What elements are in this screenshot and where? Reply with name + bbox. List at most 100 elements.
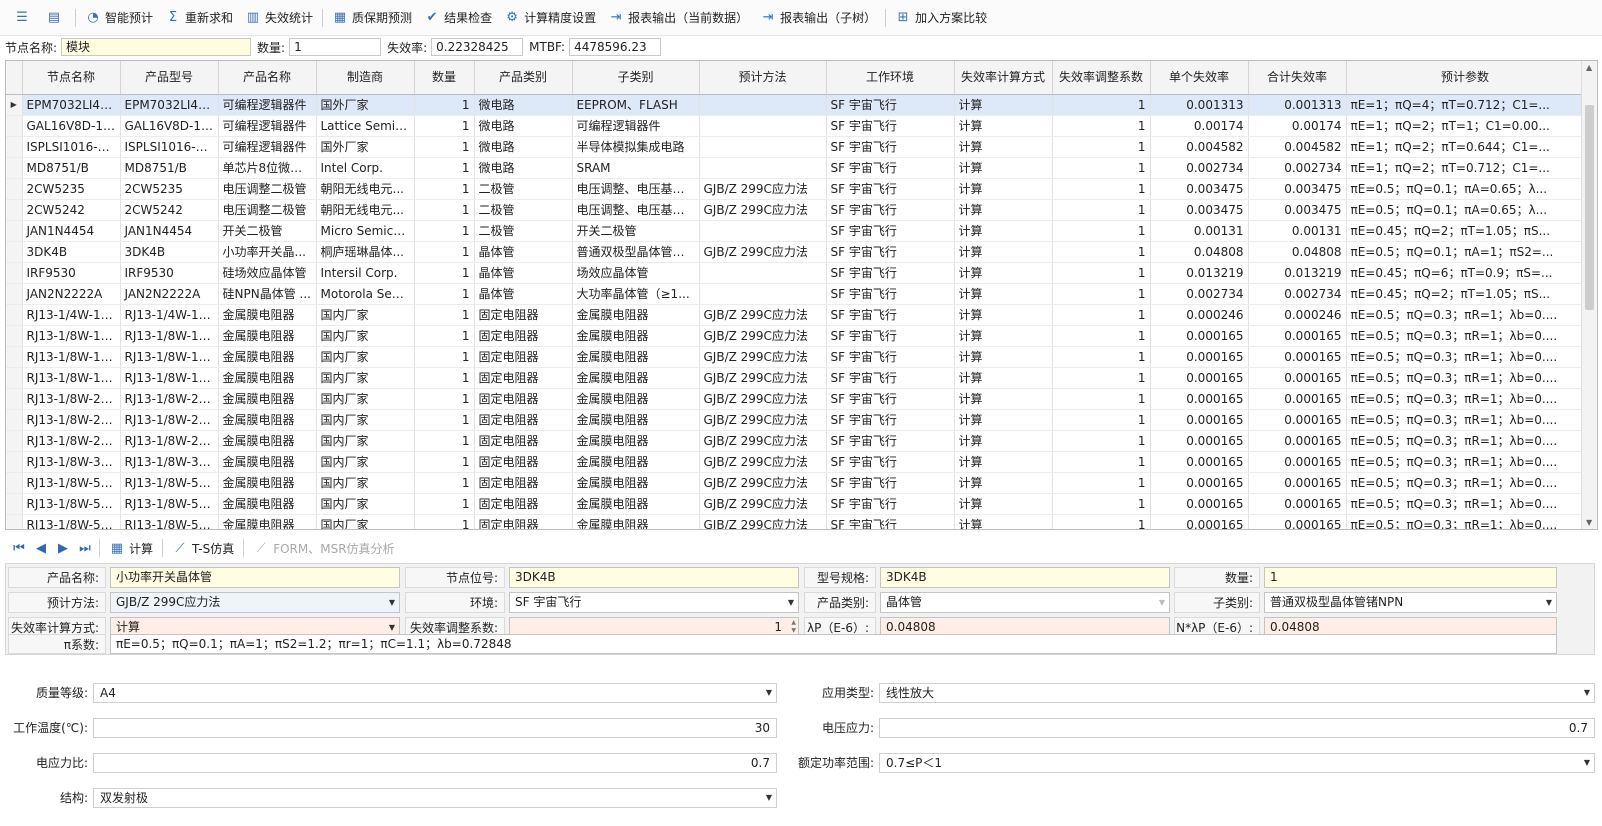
form-msr-button[interactable]: ⟋ FORM、MSR仿真分析 [247,540,400,557]
table-cell[interactable]: 1 [1052,430,1151,452]
table-cell[interactable]: 1 [414,451,475,473]
table-cell[interactable]: 金属膜电阻器 [218,346,317,368]
table-row[interactable]: GAL16V8D-15... GAL16V8D-15... 可编程逻辑器件 Latti… [6,115,1585,137]
table-cell[interactable]: JAN1N4454 [120,220,219,242]
table-cell[interactable]: RJ13-1/8W-20... [22,388,121,410]
table-row[interactable]: RJ13-1/8W-20... RJ13-1/8W-20... 金属膜电阻器 国内厂家… [6,388,1585,410]
table-cell[interactable]: 晶体管 [474,262,573,284]
table-cell[interactable]: 金属膜电阻器 [572,472,700,494]
table-cell[interactable]: 0.000165 [1150,388,1249,410]
table-cell[interactable]: 1 [414,115,475,137]
table-cell[interactable]: ISPLSI1016-6... [120,136,219,158]
table-cell[interactable]: 固定电阻器 [474,388,573,410]
table-cell[interactable]: SF 宇宙飞行 [826,241,955,263]
table-cell[interactable]: 金属膜电阻器 [572,304,700,326]
table-cell[interactable]: 1 [1052,346,1151,368]
table-cell[interactable]: GJB/Z 299C应力法 [699,178,827,200]
table-cell[interactable]: GJB/Z 299C应力法 [699,325,827,347]
table-cell[interactable]: 固定电阻器 [474,367,573,389]
table-cell[interactable]: EEPROM、FLASH [572,94,700,116]
report-subtree-button[interactable]: ⇥ 报表输出（子树） [754,6,882,30]
table-cell[interactable]: 1 [414,388,475,410]
table-cell[interactable]: GJB/Z 299C应力法 [699,430,827,452]
table-cell[interactable]: 国内厂家 [316,304,415,326]
table-cell[interactable]: 电压调整、电压基准... [572,178,700,200]
table-cell[interactable]: 1 [1052,115,1151,137]
result-check-button[interactable]: ✔ 结果检查 [418,6,498,30]
table-cell[interactable]: 固定电阻器 [474,325,573,347]
table-cell[interactable]: 0.001313 [1150,94,1249,116]
table-cell[interactable]: 0.00174 [1248,115,1347,137]
table-cell[interactable]: 国内厂家 [316,430,415,452]
table-cell[interactable]: 0.000165 [1150,451,1249,473]
table-cell[interactable]: 可编程逻辑器件 [218,136,317,158]
table-cell[interactable]: 国外厂家 [316,94,415,116]
pi-field[interactable]: πE=0.5；πQ=0.1；πA=1；πS2=1.2；πr=1；πC=1.1；λ… [110,634,1557,654]
table-cell[interactable]: SF 宇宙飞行 [826,220,955,242]
table-cell[interactable]: 0.000165 [1150,409,1249,431]
table-cell[interactable]: 3DK4B [22,241,121,263]
table-cell[interactable]: πE=0.5；πQ=0.1；πA=0.65；λ... [1346,178,1585,200]
table-cell[interactable]: πE=0.45；πQ=6；πT=0.9；πS=... [1346,262,1585,284]
table-cell[interactable]: 国内厂家 [316,451,415,473]
table-cell[interactable]: 计算 [954,262,1053,284]
table-cell[interactable]: 微电路 [474,157,573,179]
table-cell[interactable]: 计算 [954,94,1053,116]
table-cell[interactable]: RJ13-1/8W-24... [22,409,121,431]
table-cell[interactable]: 1 [414,367,475,389]
table-cell[interactable]: 2CW5235 [120,178,219,200]
table-cell[interactable]: 可编程逻辑器件 [572,115,700,137]
table-cell[interactable]: 大功率晶体管（≥1... [572,283,700,305]
spin-icon[interactable]: ▲ ▼ [791,619,796,635]
table-cell[interactable]: IRF9530 [120,262,219,284]
table-cell[interactable]: Intel Corp. [316,157,415,179]
table-cell[interactable]: SF 宇宙飞行 [826,325,955,347]
table-cell[interactable]: 1 [1052,472,1151,494]
table-cell[interactable]: 计算 [954,325,1053,347]
table-cell[interactable]: 朝阳无线电元... [316,199,415,221]
column-header[interactable]: 节点名称 [22,61,121,95]
table-cell[interactable]: 固定电阻器 [474,409,573,431]
table-cell[interactable]: RJ13-1/4W-10... [120,304,219,326]
table-cell[interactable]: 小功率开关晶... [218,241,317,263]
table-cell[interactable]: 国内厂家 [316,388,415,410]
table-row[interactable]: 2CW5242 2CW5242 电压调整二极管 朝阳无线电元... 1 二极管 电压调整、电… [6,199,1585,221]
table-cell[interactable]: Intersil Corp. [316,262,415,284]
table-cell[interactable]: 1 [414,178,475,200]
table-cell[interactable]: 0.000165 [1150,472,1249,494]
table-cell[interactable]: 计算 [954,430,1053,452]
table-cell[interactable]: SF 宇宙飞行 [826,115,955,137]
table-cell[interactable]: πE=0.45；πQ=2；πT=1.05；πS... [1346,283,1585,305]
table-cell[interactable]: SF 宇宙飞行 [826,304,955,326]
grid-vertical-scrollbar[interactable]: ▲ ▼ [1581,61,1597,529]
table-cell[interactable]: 金属膜电阻器 [572,514,700,529]
table-cell[interactable]: 1 [414,304,475,326]
last-record-icon[interactable]: ⏭ [74,539,96,557]
table-cell[interactable]: 0.013219 [1248,262,1347,284]
table-cell[interactable]: πE=0.5；πQ=0.3；πR=1；λb=0.... [1346,409,1585,431]
table-cell[interactable]: πE=1；πQ=2；πT=0.644；C1=... [1346,136,1585,158]
table-cell[interactable]: SRAM [572,157,700,179]
table-cell[interactable]: πE=0.5；πQ=0.3；πR=1；λb=0.... [1346,388,1585,410]
table-cell[interactable]: 1 [1052,199,1151,221]
table-cell[interactable]: 0.000165 [1248,514,1347,529]
table-cell[interactable]: 电压调整、电压基准... [572,199,700,221]
table-cell[interactable]: 0.04808 [1150,241,1249,263]
node-qty-field[interactable]: 1 [289,38,382,56]
table-cell[interactable]: 0.000165 [1150,325,1249,347]
table-cell[interactable]: 0.003475 [1150,178,1249,200]
table-cell[interactable]: 计算 [954,220,1053,242]
table-cell[interactable]: πE=0.5；πQ=0.3；πR=1；λb=0.... [1346,325,1585,347]
column-header[interactable]: 预计方法 [699,61,827,95]
table-cell[interactable]: RJ13-1/8W-20... [120,388,219,410]
paste-button[interactable]: ▤ [40,6,72,30]
table-cell[interactable]: 金属膜电阻器 [218,451,317,473]
table-cell[interactable]: SF 宇宙飞行 [826,157,955,179]
table-cell[interactable]: πE=0.45；πQ=2；πT=1.05；πS... [1346,220,1585,242]
table-cell[interactable]: 0.00131 [1150,220,1249,242]
table-row[interactable]: JAN1N4454 JAN1N4454 开关二极管 Micro Semicon... 1… [6,220,1585,242]
table-cell[interactable]: SF 宇宙飞行 [826,409,955,431]
table-cell[interactable]: 国内厂家 [316,346,415,368]
table-cell[interactable]: 金属膜电阻器 [572,430,700,452]
table-cell[interactable]: 1 [1052,157,1151,179]
